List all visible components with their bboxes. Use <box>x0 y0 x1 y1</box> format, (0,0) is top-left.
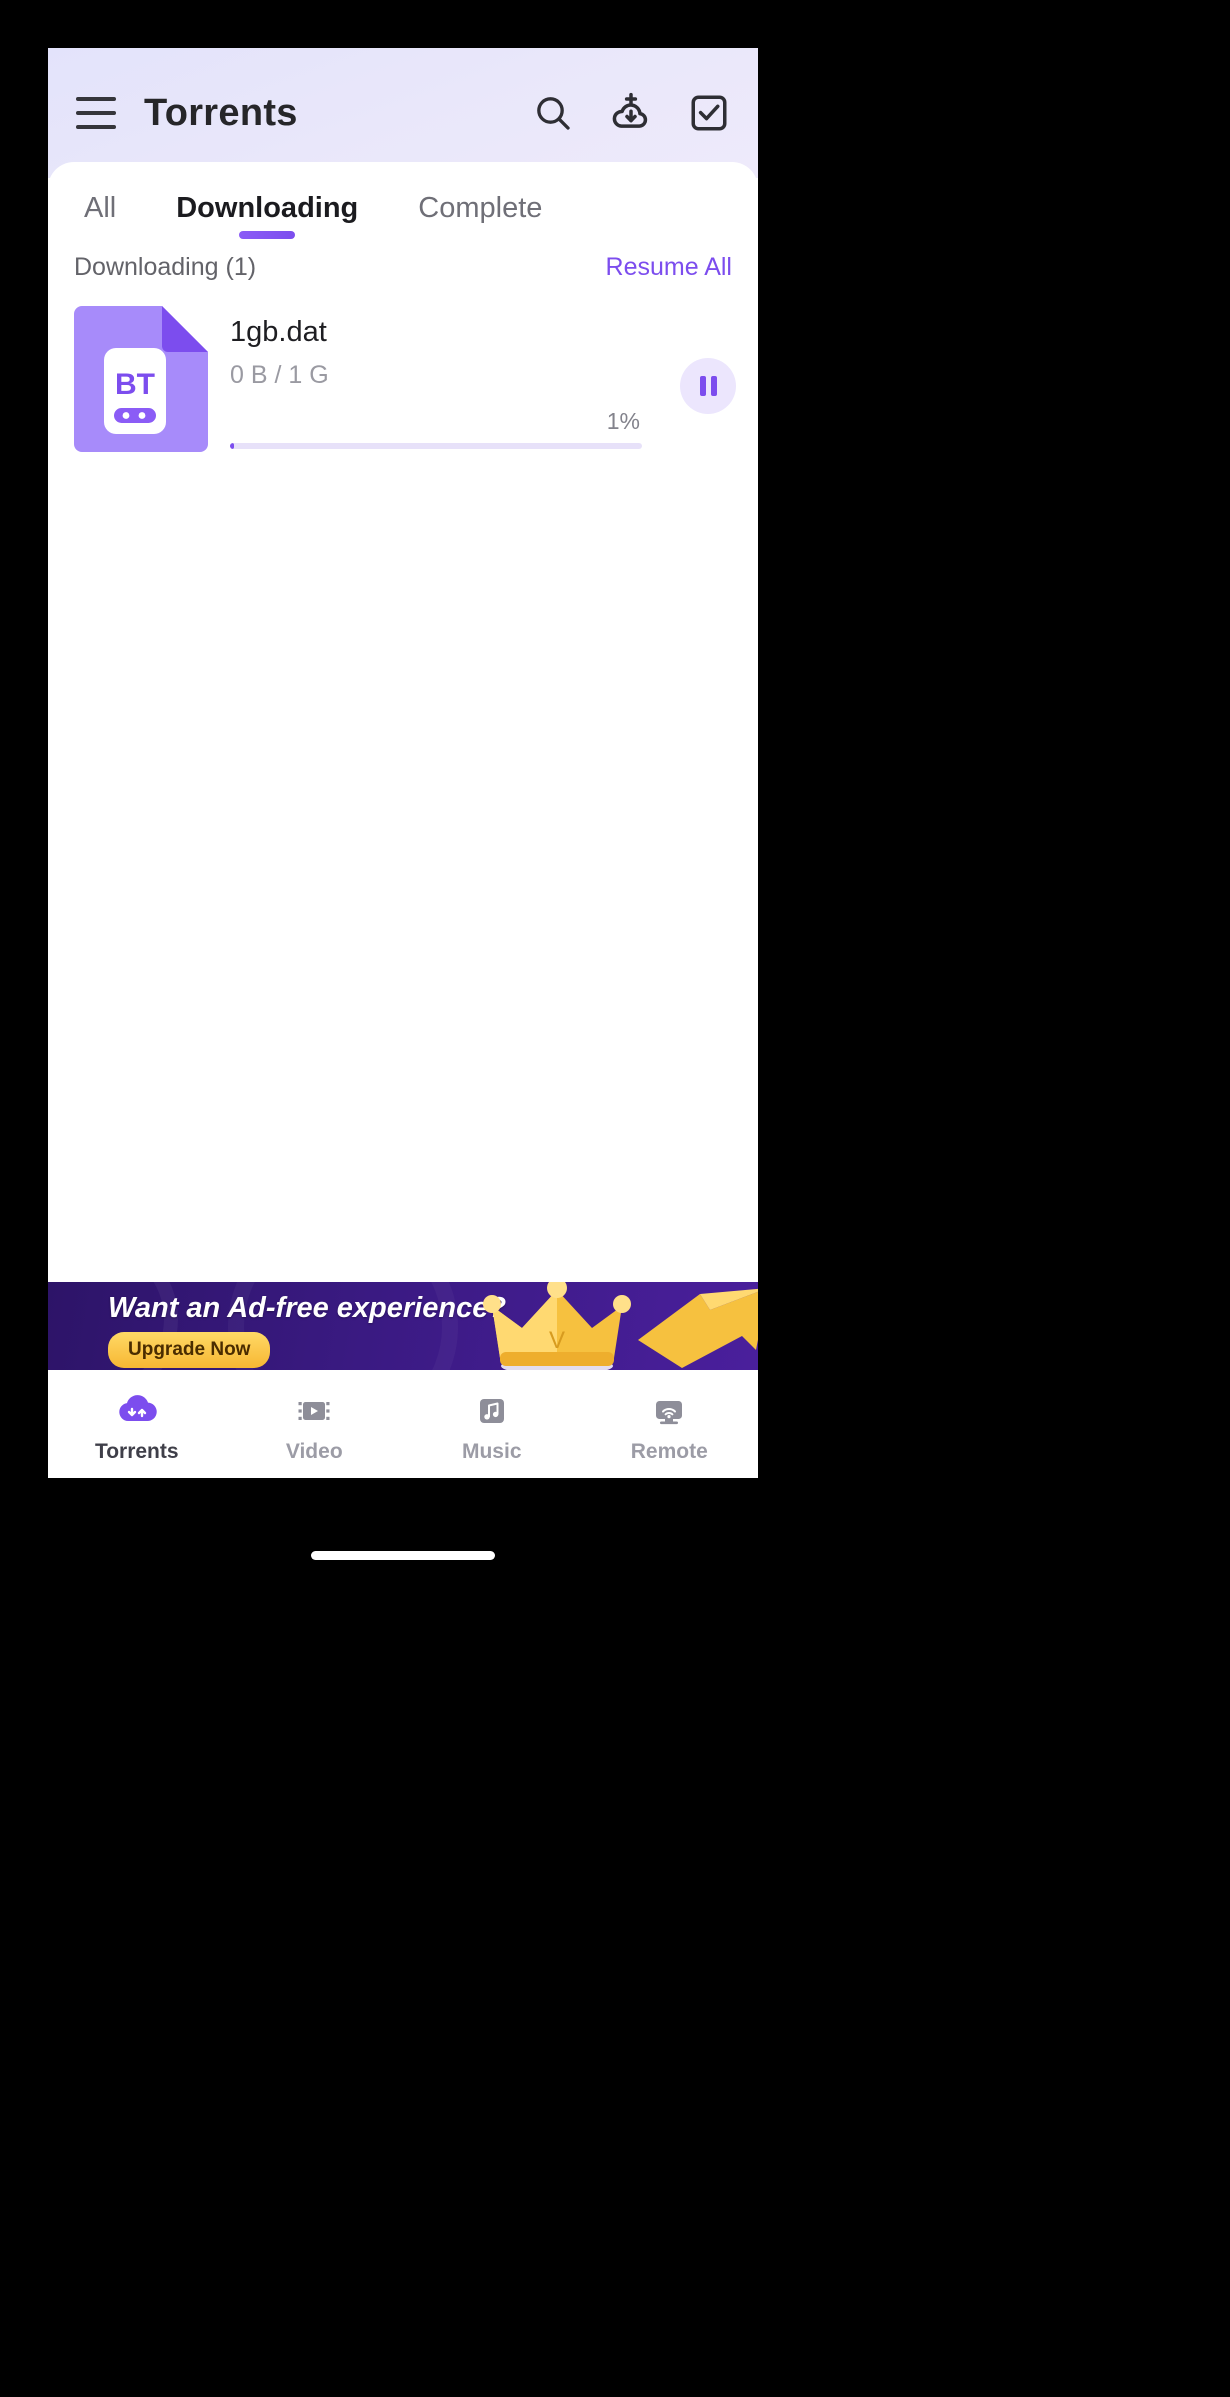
upgrade-now-button[interactable]: Upgrade Now <box>108 1332 271 1368</box>
progress-percent-label: 1% <box>606 408 640 434</box>
tab-all-label: All <box>84 192 117 224</box>
ad-headline: Want an Ad-free experience? <box>108 1292 507 1324</box>
tab-all[interactable]: All <box>74 188 126 243</box>
select-checkbox-icon[interactable] <box>686 90 732 136</box>
phone-bottom-bezel <box>48 1478 758 1578</box>
bottom-navigation: Torrents Video Music Remote <box>48 1370 758 1478</box>
video-icon <box>292 1391 336 1431</box>
pause-button[interactable] <box>680 358 736 414</box>
nav-item-video[interactable]: Video <box>226 1391 404 1464</box>
nav-label-torrents: Torrents <box>94 1439 179 1463</box>
section-header: Downloading (1) Resume All <box>48 243 758 282</box>
hamburger-menu-icon[interactable] <box>76 97 116 129</box>
torrent-list: BT 1gb.dat 0 B / 1 G 1% <box>48 282 758 1282</box>
tab-complete-label: Complete <box>418 192 543 224</box>
nav-item-remote[interactable]: Remote <box>581 1391 759 1464</box>
torrent-size: 0 B / 1 G <box>230 361 329 389</box>
nav-item-music[interactable]: Music <box>403 1391 581 1464</box>
active-tab-indicator <box>239 231 296 239</box>
nav-item-torrents[interactable]: Torrents <box>48 1391 226 1464</box>
bt-file-icon: BT <box>74 306 208 452</box>
progress-bar <box>230 443 642 449</box>
add-torrent-icon[interactable] <box>608 90 654 136</box>
remote-icon <box>647 1391 691 1431</box>
music-icon <box>470 1391 514 1431</box>
nav-label-music: Music <box>461 1439 522 1463</box>
downloading-count-label: Downloading (1) <box>74 253 257 281</box>
nav-label-video: Video <box>285 1439 343 1463</box>
svg-text:V: V <box>549 1327 565 1354</box>
torrents-icon <box>115 1391 159 1431</box>
torrent-details: 1gb.dat 0 B / 1 G 1% <box>230 306 642 449</box>
tab-bar: All Downloading Complete <box>48 162 758 243</box>
page-title: Torrents <box>144 91 298 134</box>
tab-complete[interactable]: Complete <box>408 188 552 243</box>
app-header: Torrents <box>48 48 758 178</box>
phone-screen: Torrents All Downloading Complete Downlo… <box>48 48 758 1478</box>
tab-downloading[interactable]: Downloading <box>166 188 368 243</box>
tab-downloading-label: Downloading <box>176 192 359 224</box>
ad-banner[interactable]: Want an Ad-free experience? Upgrade Now … <box>48 1282 758 1370</box>
home-indicator[interactable] <box>311 1551 495 1560</box>
crown-icon: V <box>483 1282 631 1370</box>
resume-all-button[interactable]: Resume All <box>606 253 732 282</box>
pause-icon-bar-left <box>699 376 706 396</box>
list-item[interactable]: BT 1gb.dat 0 B / 1 G 1% <box>48 306 758 452</box>
pause-icon-bar-right <box>710 376 717 396</box>
content-sheet: All Downloading Complete Downloading (1)… <box>48 162 758 1478</box>
header-actions <box>530 90 732 136</box>
nav-label-remote: Remote <box>630 1439 708 1463</box>
svg-text:BT: BT <box>115 368 155 401</box>
search-icon[interactable] <box>530 90 576 136</box>
torrent-name: 1gb.dat <box>230 316 327 348</box>
arrow-icon <box>638 1288 758 1368</box>
progress-bar-fill <box>230 443 235 449</box>
